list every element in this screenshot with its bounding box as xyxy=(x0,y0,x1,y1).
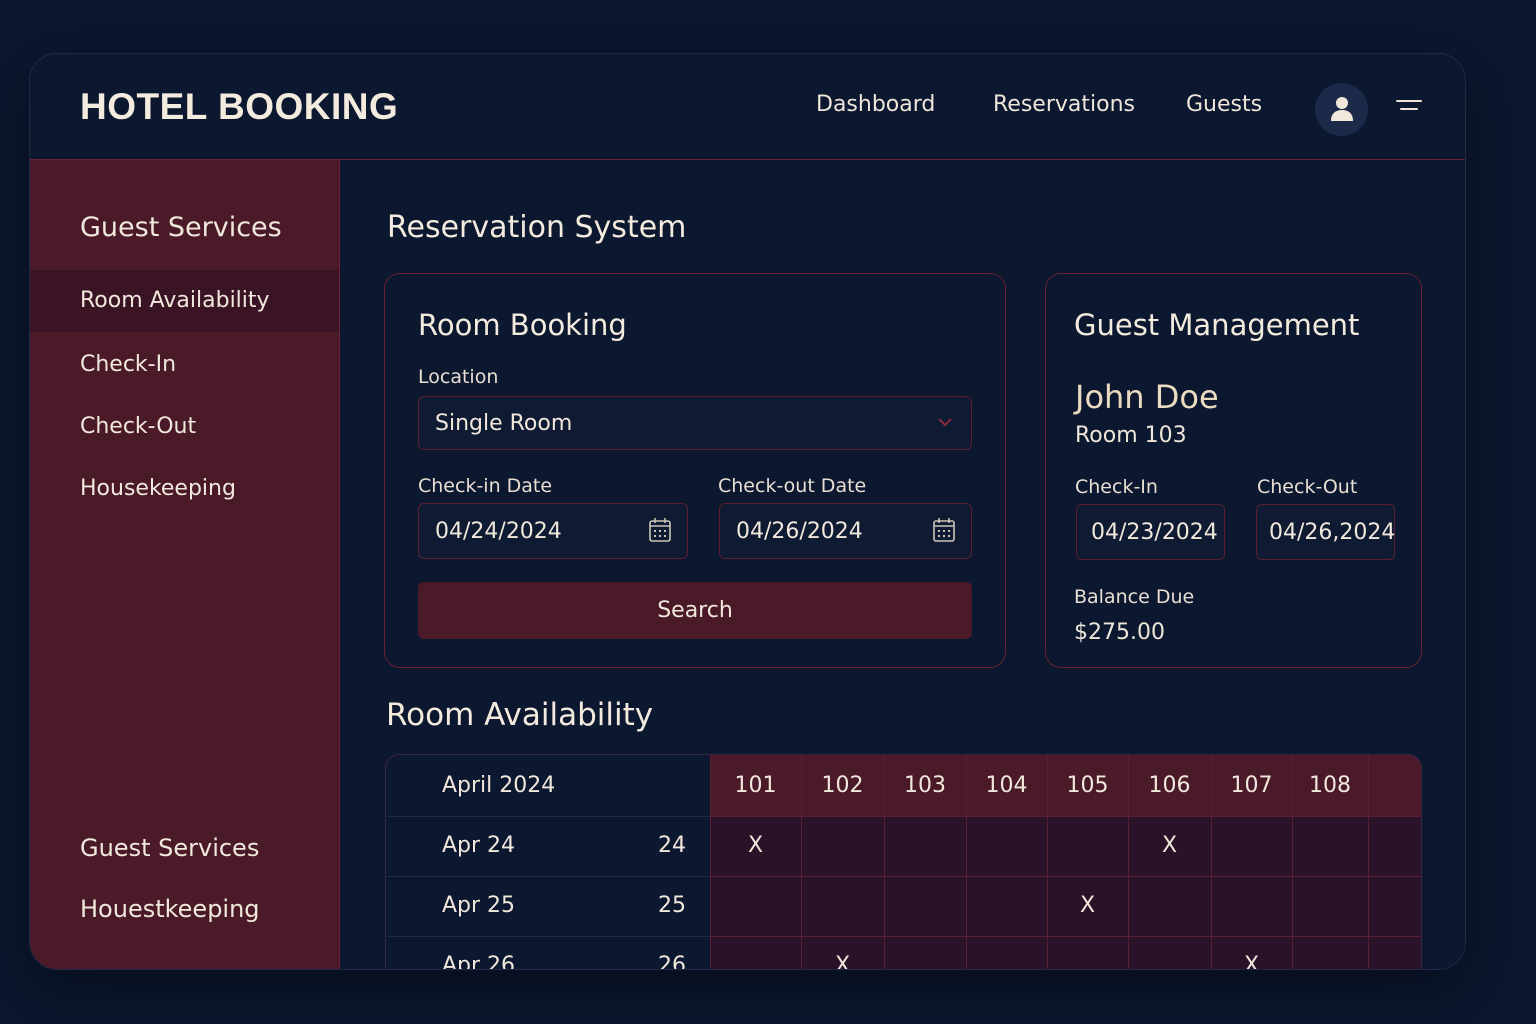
availability-cell-104[interactable] xyxy=(966,936,1047,969)
room-header-104: 104 xyxy=(985,773,1028,798)
sidebar-bottom-guest-services[interactable]: Guest Services xyxy=(80,834,259,862)
guest-name: John Doe xyxy=(1075,378,1219,416)
availability-cell-105[interactable]: X xyxy=(1047,876,1128,936)
nav-guests[interactable]: Guests xyxy=(1186,92,1262,117)
app-window: HOTEL BOOKING Dashboard Reservations Gue… xyxy=(29,53,1466,970)
room-header-101: 101 xyxy=(734,773,777,798)
room-header-105: 105 xyxy=(1066,773,1109,798)
checkin-date-label: Check-in Date xyxy=(418,475,553,497)
booked-mark: X xyxy=(1079,893,1096,918)
location-label: Location xyxy=(418,366,499,388)
booked-mark: X xyxy=(1243,953,1260,970)
user-avatar-button[interactable] xyxy=(1315,83,1368,136)
grid-row-divider xyxy=(386,936,710,937)
availability-cell-106[interactable] xyxy=(1128,936,1211,969)
checkout-date-label: Check-out Date xyxy=(718,475,867,497)
checkout-date-input[interactable]: 04/26/2024 xyxy=(719,503,972,559)
grid-column-divider xyxy=(1368,755,1369,969)
availability-cell-108[interactable] xyxy=(1292,876,1368,936)
room-booking-card: Room Booking Location Single Room Check-… xyxy=(384,273,1006,668)
sidebar-item-room-availability[interactable]: Room Availability xyxy=(30,270,339,332)
availability-cell-108[interactable] xyxy=(1292,816,1368,876)
chevron-down-icon xyxy=(938,418,952,427)
booked-mark: X xyxy=(834,953,851,970)
guest-checkin-label: Check-In xyxy=(1075,476,1158,498)
availability-cell-101[interactable]: X xyxy=(710,816,801,876)
calendar-icon xyxy=(933,518,955,542)
row-day-number: 25 xyxy=(658,893,686,918)
availability-cell-104[interactable] xyxy=(966,816,1047,876)
room-header-102: 102 xyxy=(821,773,864,798)
sidebar-title: Guest Services xyxy=(80,212,282,243)
sidebar-item-housekeeping[interactable]: Housekeeping xyxy=(30,458,339,520)
availability-cell-102[interactable] xyxy=(801,876,884,936)
availability-cell-105[interactable] xyxy=(1047,816,1128,876)
page-title: Reservation System xyxy=(387,210,687,245)
guest-checkin-value: 04/23/2024 xyxy=(1091,519,1218,545)
table-month: April 2024 xyxy=(442,773,556,798)
availability-cell-106[interactable]: X xyxy=(1128,816,1211,876)
checkin-date-input[interactable]: 04/24/2024 xyxy=(418,503,688,559)
grid-row-divider xyxy=(386,816,710,817)
availability-cell-104[interactable] xyxy=(966,876,1047,936)
booked-mark: X xyxy=(747,833,764,858)
availability-cell-103[interactable] xyxy=(884,936,966,969)
row-date-label: Apr 24 xyxy=(442,833,516,858)
availability-cell-105[interactable] xyxy=(1047,936,1128,969)
guest-checkout-value: 04/26,2024 xyxy=(1269,519,1396,545)
guest-room: Room 103 xyxy=(1075,423,1187,448)
guest-checkin-input[interactable]: 04/23/2024 xyxy=(1076,504,1225,560)
grid-row-divider xyxy=(386,876,710,877)
menu-icon[interactable] xyxy=(1396,100,1422,116)
calendar-icon xyxy=(649,518,671,542)
location-select[interactable]: Single Room xyxy=(418,396,972,450)
availability-cell-107[interactable] xyxy=(1211,816,1292,876)
row-day-number: 24 xyxy=(658,833,686,858)
row-day-number: 26 xyxy=(658,953,686,970)
availability-title: Room Availability xyxy=(386,697,654,733)
guest-management-title: Guest Management xyxy=(1074,308,1360,342)
room-header-107: 107 xyxy=(1230,773,1273,798)
sidebar-bottom-housekeeping[interactable]: Houestkeeping xyxy=(80,895,260,923)
availability-cell-106[interactable] xyxy=(1128,876,1211,936)
sidebar-item-check-out[interactable]: Check-Out xyxy=(30,396,339,458)
room-booking-title: Room Booking xyxy=(418,308,627,342)
availability-table: April 2024 101 102 103 104 105 106 107 108 Apr 2… xyxy=(385,754,1422,970)
checkin-date-value: 04/24/2024 xyxy=(435,518,562,544)
availability-cell-102[interactable] xyxy=(801,816,884,876)
balance-due-label: Balance Due xyxy=(1074,586,1195,608)
checkout-date-value: 04/26/2024 xyxy=(736,518,863,544)
row-date-label: Apr 26 xyxy=(442,953,516,970)
row-date-label: Apr 25 xyxy=(442,893,516,918)
guest-checkout-label: Check-Out xyxy=(1257,476,1358,498)
search-button[interactable]: Search xyxy=(418,582,972,639)
user-icon xyxy=(1331,97,1353,121)
availability-cell-107[interactable]: X xyxy=(1211,936,1292,970)
nav-dashboard[interactable]: Dashboard xyxy=(816,92,935,117)
sidebar-item-check-in[interactable]: Check-In xyxy=(30,334,339,396)
room-header-103: 103 xyxy=(904,773,946,798)
location-value: Single Room xyxy=(435,410,573,436)
nav-reservations[interactable]: Reservations xyxy=(993,92,1135,117)
availability-cell-103[interactable] xyxy=(884,816,966,876)
availability-cell-101[interactable] xyxy=(710,876,801,936)
room-header-106: 106 xyxy=(1148,773,1191,798)
balance-due-value: $275.00 xyxy=(1074,620,1165,645)
availability-cell-102[interactable]: X xyxy=(801,936,884,970)
booked-mark: X xyxy=(1161,833,1178,858)
availability-cell-107[interactable] xyxy=(1211,876,1292,936)
guest-management-card: Guest Management John Doe Room 103 Check… xyxy=(1045,273,1422,668)
top-header: HOTEL BOOKING Dashboard Reservations Gue… xyxy=(30,54,1465,160)
availability-cell-103[interactable] xyxy=(884,876,966,936)
guest-checkout-input[interactable]: 04/26,2024 xyxy=(1256,504,1395,560)
availability-cell-101[interactable] xyxy=(710,936,801,969)
availability-cell-108[interactable] xyxy=(1292,936,1368,969)
sidebar: Guest Services Room Availability Check-I… xyxy=(30,160,340,969)
room-header-108: 108 xyxy=(1309,773,1351,798)
brand-title: HOTEL BOOKING xyxy=(80,86,399,127)
